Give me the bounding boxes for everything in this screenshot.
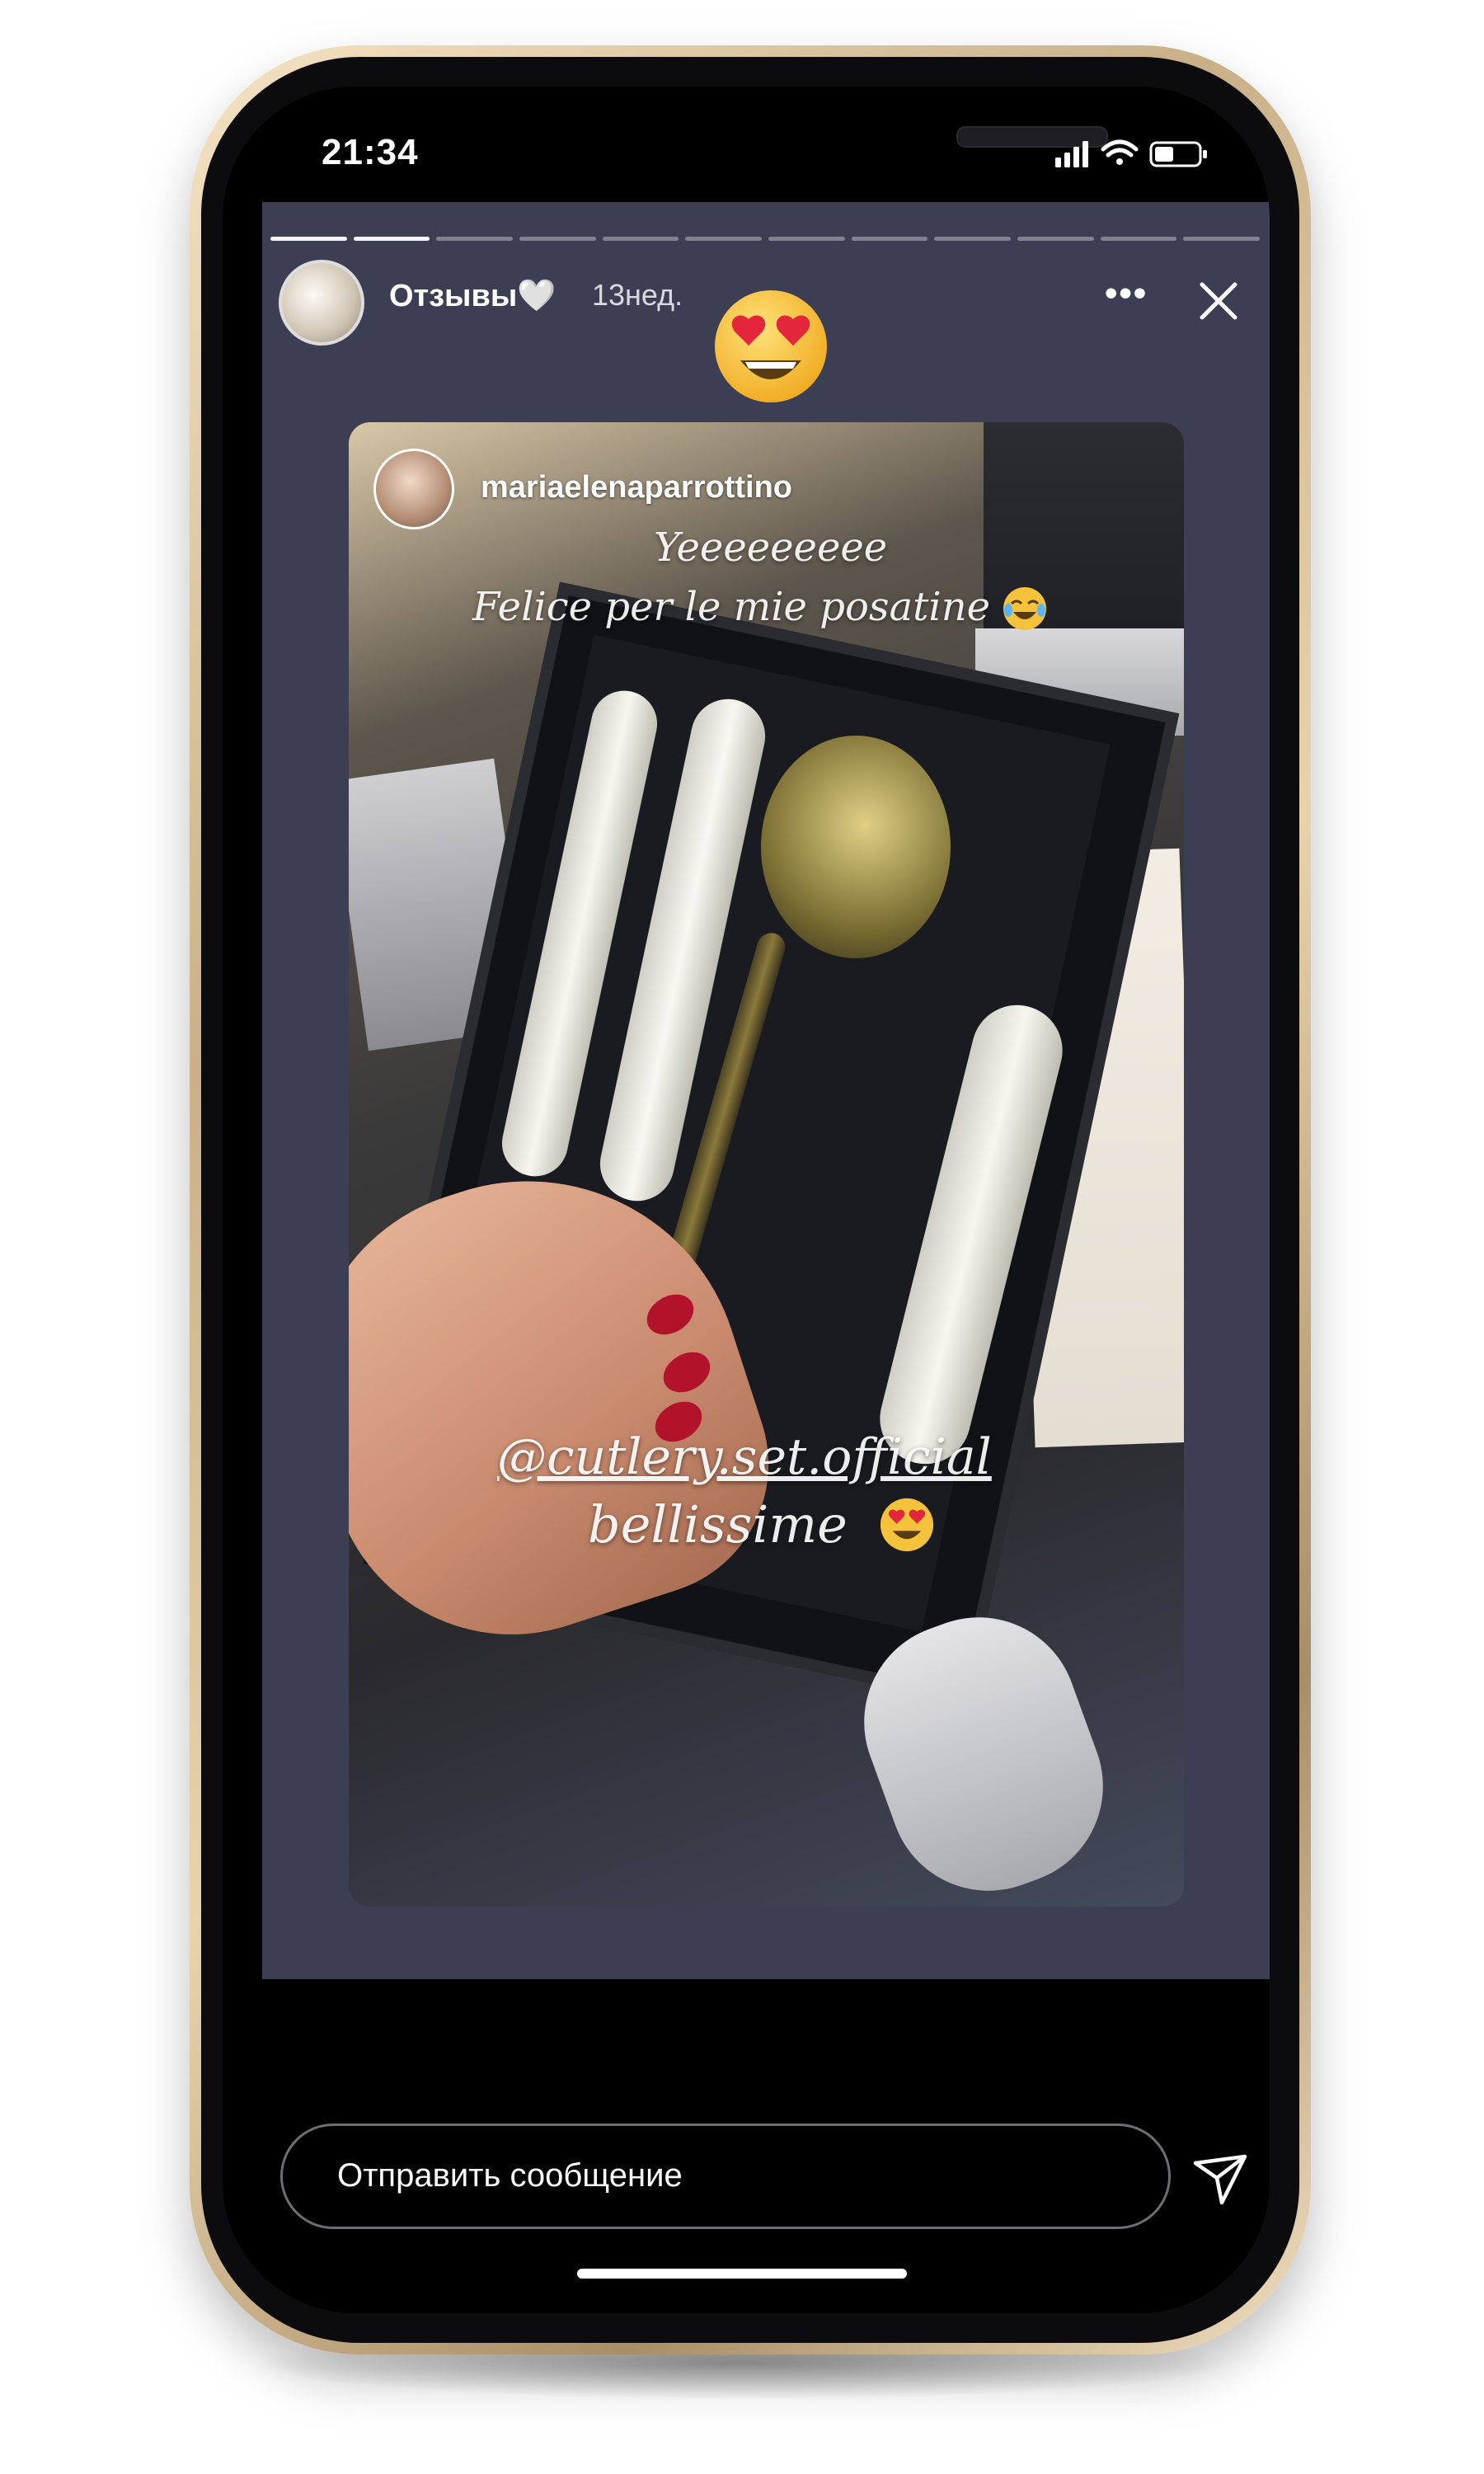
progress-segment (1183, 237, 1261, 241)
post-text-line1: Yeeeeeeeee (654, 524, 888, 571)
close-icon[interactable] (1195, 278, 1242, 324)
paper-plane-icon[interactable] (1187, 2147, 1253, 2213)
message-placeholder: Отправить сообщение (337, 2157, 683, 2194)
progress-segment (353, 237, 430, 241)
status-icons (1055, 139, 1207, 167)
progress-segment (602, 237, 679, 241)
more-icon[interactable]: ••• (1105, 273, 1148, 314)
progress-segment (768, 237, 845, 241)
post-text-line2-text: Felice per le mie posatine (472, 584, 991, 630)
story-time: 13нед. (592, 278, 683, 312)
phone-screen: 21:34 Отзывы🤍 13нед. ••• mariaelenaparro… (223, 87, 1270, 2313)
progress-segment (851, 237, 928, 241)
tears-of-joy-emoji-icon (1003, 587, 1046, 630)
status-time: 21:34 (322, 132, 419, 172)
progress-segment (270, 237, 347, 241)
account-avatar[interactable] (279, 260, 364, 346)
heart-eyes-emoji-icon[interactable] (709, 285, 833, 408)
post-text-line2: Felice per le mie posatine (472, 584, 990, 630)
progress-segment (436, 237, 514, 241)
post-caption: bellissime (588, 1494, 848, 1554)
message-input[interactable]: Отправить сообщение (280, 2124, 1171, 2229)
progress-segment (685, 237, 763, 241)
post-avatar[interactable] (373, 449, 454, 529)
progress-segment (1100, 237, 1177, 241)
post-username[interactable]: mariaelenaparrottino (481, 470, 792, 506)
progress-segment (1017, 237, 1094, 241)
notch (486, 87, 1108, 192)
mention-link[interactable]: @cutlery.set.official (497, 1428, 992, 1486)
progress-segment (519, 237, 596, 241)
signal-bars-icon (1055, 141, 1088, 167)
progress-segment (934, 237, 1012, 241)
wifi-icon (1101, 139, 1139, 165)
reposted-story[interactable]: mariaelenaparrottino Yeeeeeeeee Felice p… (349, 422, 1184, 1907)
home-indicator[interactable] (577, 2269, 907, 2279)
spoon-head-photo (761, 736, 951, 958)
story-progress (270, 237, 1261, 243)
heart-eyes-emoji-icon (880, 1498, 934, 1552)
battery-icon (1149, 141, 1207, 167)
account-name[interactable]: Отзывы🤍 (389, 278, 556, 314)
